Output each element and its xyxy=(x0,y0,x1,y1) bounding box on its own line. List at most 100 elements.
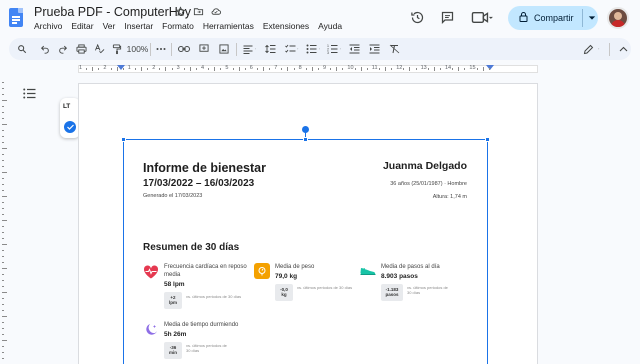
ruler-tick xyxy=(122,68,124,70)
search-menus-icon[interactable] xyxy=(15,41,29,57)
hide-menus-chevron-up-icon[interactable] xyxy=(617,41,631,57)
zoom-select[interactable]: 100% xyxy=(127,41,149,57)
ruler-tick xyxy=(2,328,4,329)
ruler-tick xyxy=(391,68,393,70)
ruler-number: 4 xyxy=(201,65,205,71)
ruler-tick xyxy=(311,67,313,71)
metric-average-daily-steps: Media de pasos al día 8.903 pasos -1.183… xyxy=(360,263,470,308)
ruler-tick xyxy=(238,67,240,71)
comments-icon[interactable] xyxy=(440,10,455,30)
ruler-tick xyxy=(147,68,149,70)
ruler-tick xyxy=(2,82,4,83)
numbered-list-icon[interactable]: 123 xyxy=(326,41,340,57)
ruler-number: 2 xyxy=(152,65,156,71)
ruler-tick xyxy=(2,136,4,137)
ruler-number: 2 xyxy=(103,65,107,71)
languagetool-addon[interactable]: LT xyxy=(60,98,80,138)
ruler-tick xyxy=(159,68,161,70)
document-outline-icon[interactable] xyxy=(23,86,36,99)
menu-ayuda[interactable]: Ayuda xyxy=(318,21,342,31)
left-indent-marker[interactable] xyxy=(117,65,125,70)
vertical-ruler[interactable] xyxy=(0,76,8,364)
print-icon[interactable] xyxy=(74,41,88,57)
ruler-tick xyxy=(2,202,4,203)
undo-icon[interactable] xyxy=(38,41,52,57)
ruler-tick xyxy=(317,68,319,70)
menu-ver[interactable]: Ver xyxy=(103,21,116,31)
ruler-tick xyxy=(208,68,210,70)
ruler-tick xyxy=(2,304,4,305)
bulleted-list-icon[interactable] xyxy=(305,41,319,57)
ruler-tick xyxy=(2,256,4,257)
ruler-tick xyxy=(2,334,4,335)
metric-label: Frecuencia cardíaca en reposo xyxy=(164,264,247,270)
ruler-tick xyxy=(2,184,4,185)
align-left-icon[interactable] xyxy=(241,41,255,57)
rotation-handle[interactable] xyxy=(302,126,309,133)
ruler-tick xyxy=(2,130,4,131)
user-avatar[interactable] xyxy=(607,7,629,29)
cloud-saved-icon[interactable] xyxy=(210,5,222,17)
editing-mode-dropdown-icon[interactable] xyxy=(598,46,600,52)
badge-unit: lpm xyxy=(168,300,177,305)
metric-change-badge: -1.183 pasos xyxy=(381,284,403,301)
editing-mode-pencil-icon[interactable] xyxy=(581,41,595,57)
menu-extensiones[interactable]: Extensiones xyxy=(263,21,309,31)
version-history-icon[interactable] xyxy=(410,10,425,30)
numbered-list-dropdown-icon[interactable] xyxy=(340,46,342,52)
meet-icon[interactable] xyxy=(471,10,493,30)
redo-icon[interactable] xyxy=(56,41,70,57)
ruler-tick xyxy=(2,238,4,239)
checklist-dropdown-icon[interactable] xyxy=(297,46,299,52)
ruler-tick xyxy=(458,67,460,71)
report-date-range: 17/03/2022 – 16/03/2023 xyxy=(143,178,255,189)
ruler-tick xyxy=(195,68,197,70)
add-comment-icon[interactable] xyxy=(197,41,211,57)
star-icon[interactable] xyxy=(174,5,186,17)
menu-editar[interactable]: Editar xyxy=(71,21,93,31)
insert-link-icon[interactable] xyxy=(177,41,191,57)
note-line2: 30 días xyxy=(186,348,200,353)
clear-formatting-icon[interactable] xyxy=(387,41,401,57)
menu-insertar[interactable]: Insertar xyxy=(124,21,153,31)
paint-format-icon[interactable] xyxy=(110,41,124,57)
spellcheck-icon[interactable] xyxy=(92,41,106,57)
increase-indent-icon[interactable] xyxy=(367,41,381,57)
ruler-tick xyxy=(2,322,4,323)
report-generated-date: Generado el 17/03/2023 xyxy=(143,193,203,199)
ruler-tick xyxy=(482,67,484,71)
move-folder-icon[interactable] xyxy=(192,5,204,17)
share-menu-chevron-icon[interactable] xyxy=(588,14,596,24)
align-dropdown-icon[interactable] xyxy=(254,46,256,52)
resize-handle-top[interactable] xyxy=(303,137,308,142)
menu-archivo[interactable]: Archivo xyxy=(34,21,62,31)
share-button[interactable]: Compartir xyxy=(508,6,598,30)
resize-handle-top-left[interactable] xyxy=(121,137,126,142)
document-title[interactable]: Prueba PDF - ComputerHoy xyxy=(34,5,191,19)
metric-change-badge: -0,0 kg xyxy=(275,284,293,301)
menu-herramientas[interactable]: Herramientas xyxy=(203,21,254,31)
more-options-icon[interactable] xyxy=(154,41,168,57)
right-indent-marker[interactable] xyxy=(486,65,494,70)
ruler-tick xyxy=(189,67,191,71)
ruler-tick xyxy=(354,68,356,70)
checklist-icon[interactable] xyxy=(283,41,297,57)
ruler-tick xyxy=(2,340,7,341)
resize-handle-top-right[interactable] xyxy=(485,137,490,142)
horizontal-ruler[interactable]: 1 2 1 2 3 4 5 6 7 8 9 10 11 12 13 14 15 xyxy=(0,62,640,75)
ruler-tick xyxy=(116,67,118,71)
title-bar: Prueba PDF - ComputerHoy Archivo Editar … xyxy=(0,0,640,37)
insert-image-icon[interactable] xyxy=(217,41,231,57)
menu-formato[interactable]: Formato xyxy=(162,21,194,31)
decrease-indent-icon[interactable] xyxy=(347,41,361,57)
ruler-tick xyxy=(452,68,454,70)
sneaker-icon xyxy=(360,263,376,279)
ruler-tick xyxy=(165,67,167,71)
line-spacing-icon[interactable] xyxy=(263,41,277,57)
bulleted-list-dropdown-icon[interactable] xyxy=(318,46,320,52)
ruler-tick xyxy=(2,154,4,155)
ruler-tick xyxy=(2,310,4,311)
ruler-tick xyxy=(98,68,100,70)
ruler-tick xyxy=(2,214,4,215)
docs-logo-icon[interactable] xyxy=(9,8,23,27)
